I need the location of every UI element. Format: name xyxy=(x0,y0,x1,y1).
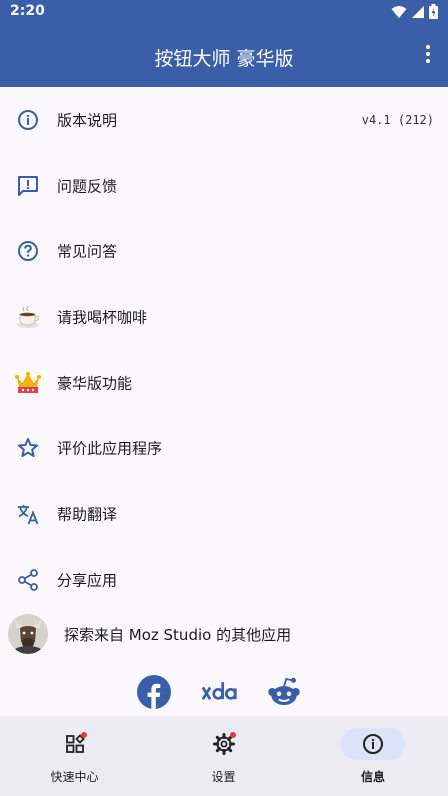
signal-icon xyxy=(412,5,424,18)
wifi-icon xyxy=(391,5,407,18)
info-menu-list: 版本说明 v4.1 (212) 问题反馈 常见问答 请我喝杯咖啡 豪华版功能 评… xyxy=(0,87,448,613)
facebook-icon[interactable] xyxy=(136,674,172,710)
menu-item-label: 帮助翻译 xyxy=(57,505,118,524)
moose-avatar xyxy=(8,614,48,654)
translate-icon xyxy=(14,500,42,528)
nav-label: 快速中心 xyxy=(50,770,99,784)
reddit-icon[interactable] xyxy=(266,674,302,710)
app-bar: 按钮大师 豪华版 xyxy=(0,24,448,87)
menu-item-release-notes[interactable]: 版本说明 v4.1 (212) xyxy=(0,87,448,153)
menu-item-translate[interactable]: 帮助翻译 xyxy=(0,481,448,547)
info-icon xyxy=(14,106,42,134)
xda-icon[interactable] xyxy=(202,674,238,710)
share-icon xyxy=(14,566,42,594)
more-options-icon[interactable] xyxy=(420,40,436,68)
feedback-icon xyxy=(14,172,42,200)
menu-item-label: 版本说明 xyxy=(57,111,118,130)
bottom-navigation: 快速中心 设置 信息 xyxy=(0,716,448,796)
crown-icon xyxy=(14,369,42,397)
menu-item-premium[interactable]: 豪华版功能 xyxy=(0,350,448,416)
nav-quick-center[interactable]: 快速中心 xyxy=(0,716,149,796)
help-icon xyxy=(14,237,42,265)
nav-label: 信息 xyxy=(360,770,385,784)
social-links xyxy=(0,672,448,712)
nav-icon-container xyxy=(341,728,405,760)
menu-item-feedback[interactable]: 问题反馈 xyxy=(0,153,448,219)
menu-item-label: 请我喝杯咖啡 xyxy=(57,308,148,327)
menu-item-label: 豪华版功能 xyxy=(57,374,133,393)
moz-studio-row[interactable]: 探索来自 Moz Studio 的其他应用 xyxy=(0,612,448,656)
menu-item-label: 分享应用 xyxy=(57,571,118,590)
nav-icon-container xyxy=(192,728,256,760)
star-icon xyxy=(14,434,42,462)
nav-label: 设置 xyxy=(211,770,236,784)
status-bar: 2:20 xyxy=(0,0,448,24)
menu-item-coffee[interactable]: 请我喝杯咖啡 xyxy=(0,284,448,350)
coffee-icon xyxy=(14,303,42,331)
nav-info[interactable]: 信息 xyxy=(298,716,448,796)
menu-item-label: 问题反馈 xyxy=(57,177,118,196)
app-title: 按钮大师 豪华版 xyxy=(154,48,294,70)
notification-badge xyxy=(230,732,236,738)
info-icon xyxy=(363,734,383,754)
nav-icon-container xyxy=(43,728,107,760)
nav-settings[interactable]: 设置 xyxy=(149,716,298,796)
menu-item-faq[interactable]: 常见问答 xyxy=(0,218,448,284)
menu-item-label: 常见问答 xyxy=(57,242,118,261)
studio-label: 探索来自 Moz Studio 的其他应用 xyxy=(64,626,292,644)
status-time: 2:20 xyxy=(10,3,45,19)
version-text: v4.1 (212) xyxy=(361,112,434,127)
battery-icon xyxy=(429,4,438,19)
menu-item-share[interactable]: 分享应用 xyxy=(0,547,448,613)
status-icons xyxy=(391,4,438,19)
notification-badge xyxy=(81,732,87,738)
menu-item-label: 评价此应用程序 xyxy=(57,439,163,458)
menu-item-rate[interactable]: 评价此应用程序 xyxy=(0,415,448,481)
